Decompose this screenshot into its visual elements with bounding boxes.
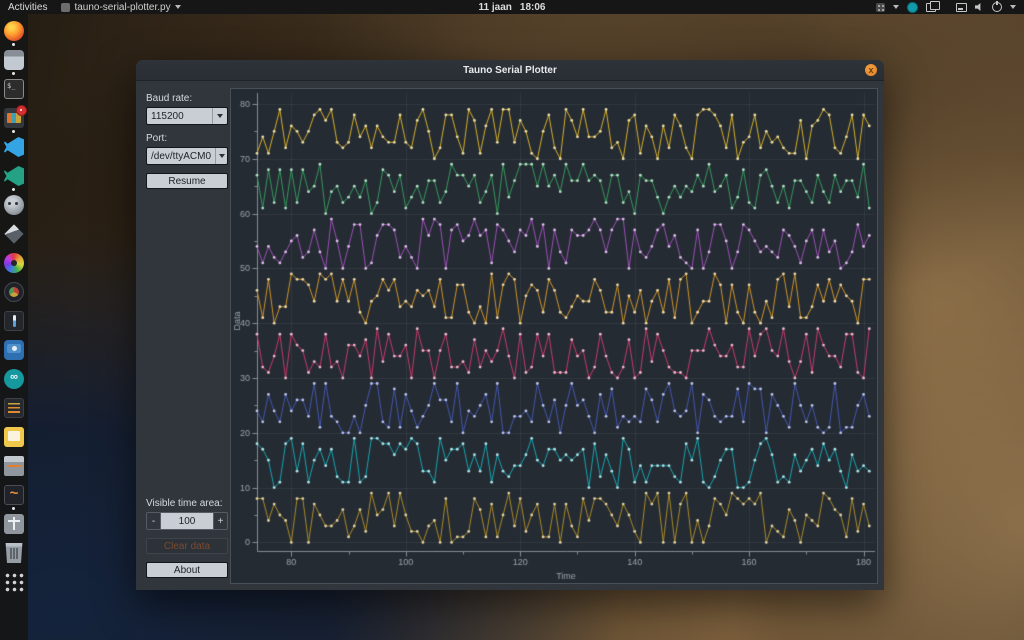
power-icon[interactable] — [992, 1, 1002, 12]
gimp-icon — [4, 195, 24, 215]
chevron-down-icon[interactable] — [1010, 5, 1016, 9]
app-menu-icon — [61, 2, 71, 12]
dock-item-terminal[interactable] — [4, 79, 24, 99]
port-value: /dev/ttyACM0 — [151, 150, 212, 162]
firefox-icon — [4, 21, 24, 41]
dock-item-trash[interactable] — [4, 543, 24, 563]
monitor-icon[interactable] — [956, 2, 967, 12]
usb-creator-icon — [4, 514, 24, 534]
chevron-down-icon[interactable] — [215, 148, 227, 164]
dock-item-screen-recorder[interactable] — [4, 340, 24, 360]
window-titlebar[interactable]: Tauno Serial Plotter x — [136, 60, 884, 81]
window-content: Baud rate: 115200 Port: /dev/ttyACM0 Res… — [136, 81, 884, 590]
dock-item-media-editor[interactable] — [4, 105, 27, 133]
dock-item-app-grid[interactable] — [4, 572, 24, 592]
dock-item-printer[interactable] — [4, 456, 24, 476]
app-menu[interactable]: tauno-serial-plotter.py — [61, 1, 181, 13]
clock-date: 11 jaan — [478, 1, 512, 13]
arduino-tray-icon[interactable] — [907, 1, 918, 13]
dock-item-thermometer[interactable] — [4, 311, 24, 331]
dock-item-tauno-serial-plotter[interactable] — [4, 485, 24, 510]
clock-time: 18:06 — [519, 1, 546, 13]
port-label: Port: — [146, 133, 168, 144]
visible-time-spinner: - 100 + — [146, 512, 228, 530]
dock-item-colorwheel[interactable] — [4, 253, 24, 273]
port-select[interactable]: /dev/ttyACM0 — [146, 147, 228, 165]
vscode-insiders-icon — [4, 166, 24, 186]
chevron-down-icon[interactable] — [212, 108, 227, 124]
baud-rate-value: 115200 — [151, 110, 184, 122]
terminal-icon — [4, 79, 24, 99]
dock-item-usb-creator[interactable] — [4, 514, 24, 534]
resume-button[interactable]: Resume — [146, 173, 228, 189]
baud-rate-label: Baud rate: — [146, 93, 193, 104]
activities-button[interactable]: Activities — [8, 2, 47, 13]
about-button[interactable]: About — [146, 562, 228, 578]
clear-data-button[interactable]: Clear data — [146, 538, 228, 554]
dock-item-vscode[interactable] — [4, 137, 24, 157]
trash-icon — [5, 543, 23, 563]
files-icon — [4, 50, 24, 70]
baud-rate-select[interactable]: 115200 — [146, 107, 228, 125]
inkscape-icon — [4, 224, 24, 244]
workspaces-icon[interactable] — [926, 0, 940, 12]
running-indicator — [12, 43, 15, 46]
keyboard-icon[interactable] — [876, 2, 885, 12]
dock-item-firefox[interactable] — [4, 21, 24, 46]
decrease-button[interactable]: - — [147, 513, 160, 529]
tauno-serial-plotter-window: Tauno Serial Plotter x Baud rate: 115200… — [136, 60, 884, 590]
colorwheel-icon — [4, 253, 24, 273]
close-button[interactable]: x — [865, 64, 877, 76]
visible-time-value[interactable]: 100 — [160, 513, 214, 529]
speaker-icon[interactable] — [975, 3, 981, 11]
dock-item-inkscape[interactable] — [4, 224, 24, 244]
kicad-icon — [4, 398, 24, 418]
screen-recorder-icon — [4, 340, 24, 360]
top-bar: Activities tauno-serial-plotter.py 11 ja… — [0, 0, 1024, 14]
notification-badge — [16, 105, 27, 116]
settings-panel: Baud rate: 115200 Port: /dev/ttyACM0 Res… — [136, 81, 230, 590]
running-indicator — [12, 130, 15, 133]
clock[interactable]: 11 jaan 18:06 — [479, 2, 546, 13]
dock-item-kicad[interactable] — [4, 398, 24, 418]
thermometer-icon — [4, 311, 24, 331]
dock-item-sticky-notes[interactable] — [4, 427, 24, 447]
visible-time-area-label: Visible time area: — [146, 498, 223, 509]
running-indicator — [12, 507, 15, 510]
plot-widget — [230, 88, 878, 584]
chevron-down-icon[interactable] — [893, 5, 899, 9]
tauno-serial-plotter-icon — [4, 485, 24, 505]
close-icon: x — [868, 64, 874, 75]
running-indicator — [12, 188, 15, 191]
window-title: Tauno Serial Plotter — [463, 64, 557, 76]
dock-item-arduino-ide[interactable] — [4, 369, 24, 389]
sticky-notes-icon — [4, 427, 24, 447]
dock-item-vscode-insiders[interactable] — [4, 166, 24, 191]
arduino-ide-icon — [4, 369, 24, 389]
dock-item-darktable[interactable] — [4, 282, 24, 302]
vscode-icon — [4, 137, 24, 157]
running-indicator — [12, 72, 15, 75]
darktable-icon — [4, 282, 24, 302]
app-menu-label: tauno-serial-plotter.py — [74, 1, 171, 13]
plot-canvas[interactable] — [231, 89, 877, 583]
chevron-down-icon — [174, 5, 181, 9]
app-grid-icon — [4, 572, 24, 592]
dock — [0, 14, 28, 640]
dock-item-files[interactable] — [4, 50, 24, 75]
dock-item-gimp[interactable] — [4, 195, 24, 215]
printer-icon — [4, 456, 24, 476]
increase-button[interactable]: + — [214, 513, 227, 529]
